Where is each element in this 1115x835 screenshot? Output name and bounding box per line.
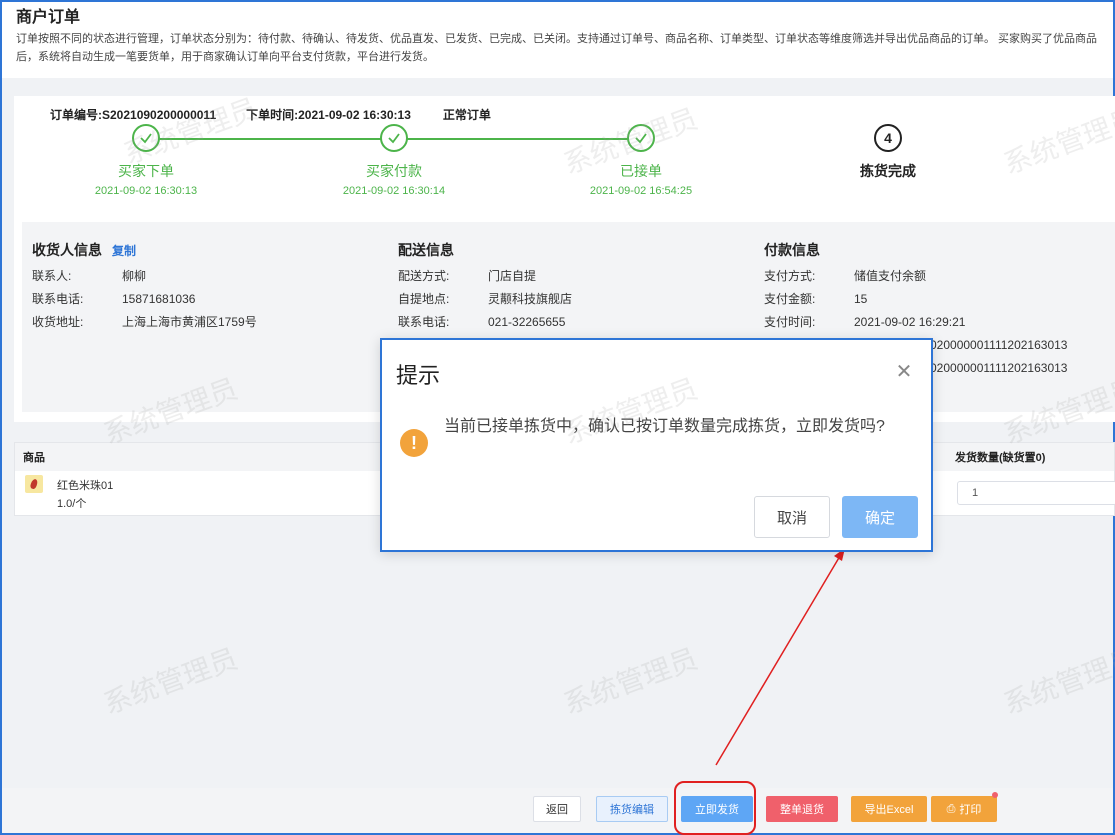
info-value: 15 bbox=[854, 292, 868, 306]
delivery-title: 配送信息 bbox=[398, 242, 454, 258]
step-1-label: 买家下单 bbox=[118, 163, 174, 179]
receiver-row: 联系人: 柳柳 bbox=[32, 269, 257, 283]
info-key: 支付金额: bbox=[764, 292, 816, 306]
payment-title: 付款信息 bbox=[764, 242, 820, 258]
info-key: 联系电话: bbox=[32, 292, 84, 306]
ship-qty-input[interactable]: 1 bbox=[957, 481, 1115, 505]
goods-thumbnail bbox=[25, 475, 43, 493]
info-key: 自提地点: bbox=[398, 292, 450, 306]
copy-link[interactable]: 复制 bbox=[112, 242, 136, 259]
step-2-label: 买家付款 bbox=[366, 163, 422, 179]
payment-row: 支付时间: 2021-09-02 16:29:21 bbox=[764, 315, 1067, 329]
close-icon[interactable]: ✕ bbox=[894, 362, 914, 382]
step-4-label: 拣货完成 bbox=[860, 163, 916, 179]
dialog-message: 当前已接单拣货中，确认已按订单数量完成拣货，立即发货吗? bbox=[444, 418, 885, 435]
info-value: 020000001111202163013 bbox=[930, 338, 1068, 352]
info-key: 联系人: bbox=[32, 269, 72, 283]
page-description: 订单按照不同的状态进行管理，订单状态分别为：待付款、待确认、待发货、优品直发、已… bbox=[16, 33, 1098, 63]
order-type: 正常订单 bbox=[442, 108, 491, 122]
info-value: 灵颟科技旗舰店 bbox=[488, 292, 573, 306]
goods-spec: 1.0/个 bbox=[57, 498, 87, 510]
info-key: 联系电话: bbox=[398, 315, 450, 329]
delivery-row: 配送方式: 门店自提 bbox=[398, 269, 572, 283]
delivery-row: 联系电话: 021-32265655 bbox=[398, 315, 572, 329]
confirm-dialog: 提示 ✕ ! 当前已接单拣货中，确认已按订单数量完成拣货，立即发货吗? 取消 确… bbox=[380, 338, 933, 552]
step-1-check-icon bbox=[132, 124, 160, 152]
step-1-time: 2021-09-02 16:30:13 bbox=[94, 185, 198, 197]
info-value: 柳柳 bbox=[122, 269, 147, 283]
refund-all-button[interactable]: 整单退货 bbox=[766, 796, 838, 822]
order-time: 下单时间:2021-09-02 16:30:13 bbox=[246, 108, 411, 122]
info-value: 上海上海市黄浦区1759号 bbox=[122, 315, 257, 329]
step-3-check-icon bbox=[627, 124, 655, 152]
receiver-row: 联系电话: 15871681036 bbox=[32, 292, 257, 306]
delivery-row: 自提地点: 灵颟科技旗舰店 bbox=[398, 292, 572, 306]
info-value: 020000001111202163013 bbox=[930, 361, 1068, 375]
step-2-check-icon bbox=[380, 124, 408, 152]
step-3-time: 2021-09-02 16:54:25 bbox=[589, 185, 693, 197]
info-value: 021-32265655 bbox=[488, 315, 566, 329]
info-value: 门店自提 bbox=[488, 269, 537, 283]
pick-edit-button[interactable]: 拣货编辑 bbox=[596, 796, 668, 822]
notification-dot bbox=[992, 792, 998, 798]
step-2-time: 2021-09-02 16:30:14 bbox=[342, 185, 446, 197]
delivery-info: 配送信息 配送方式: 门店自提 自提地点: 灵颟科技旗舰店 联系电话: 021-322… bbox=[398, 240, 572, 329]
cancel-button[interactable]: 取消 bbox=[754, 496, 830, 538]
page-header: 商户订单 订单按照不同的状态进行管理，订单状态分别为：待付款、待确认、待发货、优… bbox=[2, 2, 1113, 78]
column-header-goods: 商品 bbox=[23, 452, 45, 464]
info-key: 支付方式: bbox=[764, 269, 816, 283]
warning-icon: ! bbox=[400, 429, 428, 457]
column-header-qty: 发货数量(缺货置0) bbox=[955, 452, 1046, 464]
step-3-label: 已接单 bbox=[620, 163, 662, 179]
order-number: 订单编号:S2021090200000011 bbox=[50, 108, 217, 122]
dialog-title: 提示 bbox=[396, 363, 441, 388]
info-key: 支付时间: bbox=[764, 315, 816, 329]
print-label: 打印 bbox=[959, 804, 982, 816]
order-meta: 订单编号:S2021090200000011 下单时间:2021-09-02 1… bbox=[50, 106, 491, 123]
step-4-number: 4 bbox=[874, 124, 902, 152]
info-value: 储值支付余额 bbox=[854, 269, 927, 283]
receiver-info: 收货人信息 复制 联系人: 柳柳 联系电话: 15871681036 收货地址: 上海… bbox=[32, 240, 257, 329]
payment-row: 支付金额: 15 bbox=[764, 292, 1067, 306]
confirm-button[interactable]: 确定 bbox=[842, 496, 918, 538]
receiver-title: 收货人信息 bbox=[32, 242, 102, 258]
info-key: 配送方式: bbox=[398, 269, 450, 283]
page-title: 商户订单 bbox=[16, 9, 81, 26]
info-value: 15871681036 bbox=[122, 292, 196, 306]
receiver-row: 收货地址: 上海上海市黄浦区1759号 bbox=[32, 315, 257, 329]
info-value: 2021-09-02 16:29:21 bbox=[854, 315, 966, 329]
info-key: 收货地址: bbox=[32, 315, 84, 329]
payment-row: 支付方式: 储值支付余额 bbox=[764, 269, 1067, 283]
print-button[interactable]: ⎙ 打印 bbox=[931, 796, 997, 822]
annotation-highlight bbox=[674, 781, 756, 835]
export-excel-button[interactable]: 导出Excel bbox=[851, 796, 927, 822]
printer-icon: ⎙ bbox=[946, 802, 956, 815]
goods-name: 红色米珠01 bbox=[57, 480, 114, 492]
back-button[interactable]: 返回 bbox=[533, 796, 581, 822]
